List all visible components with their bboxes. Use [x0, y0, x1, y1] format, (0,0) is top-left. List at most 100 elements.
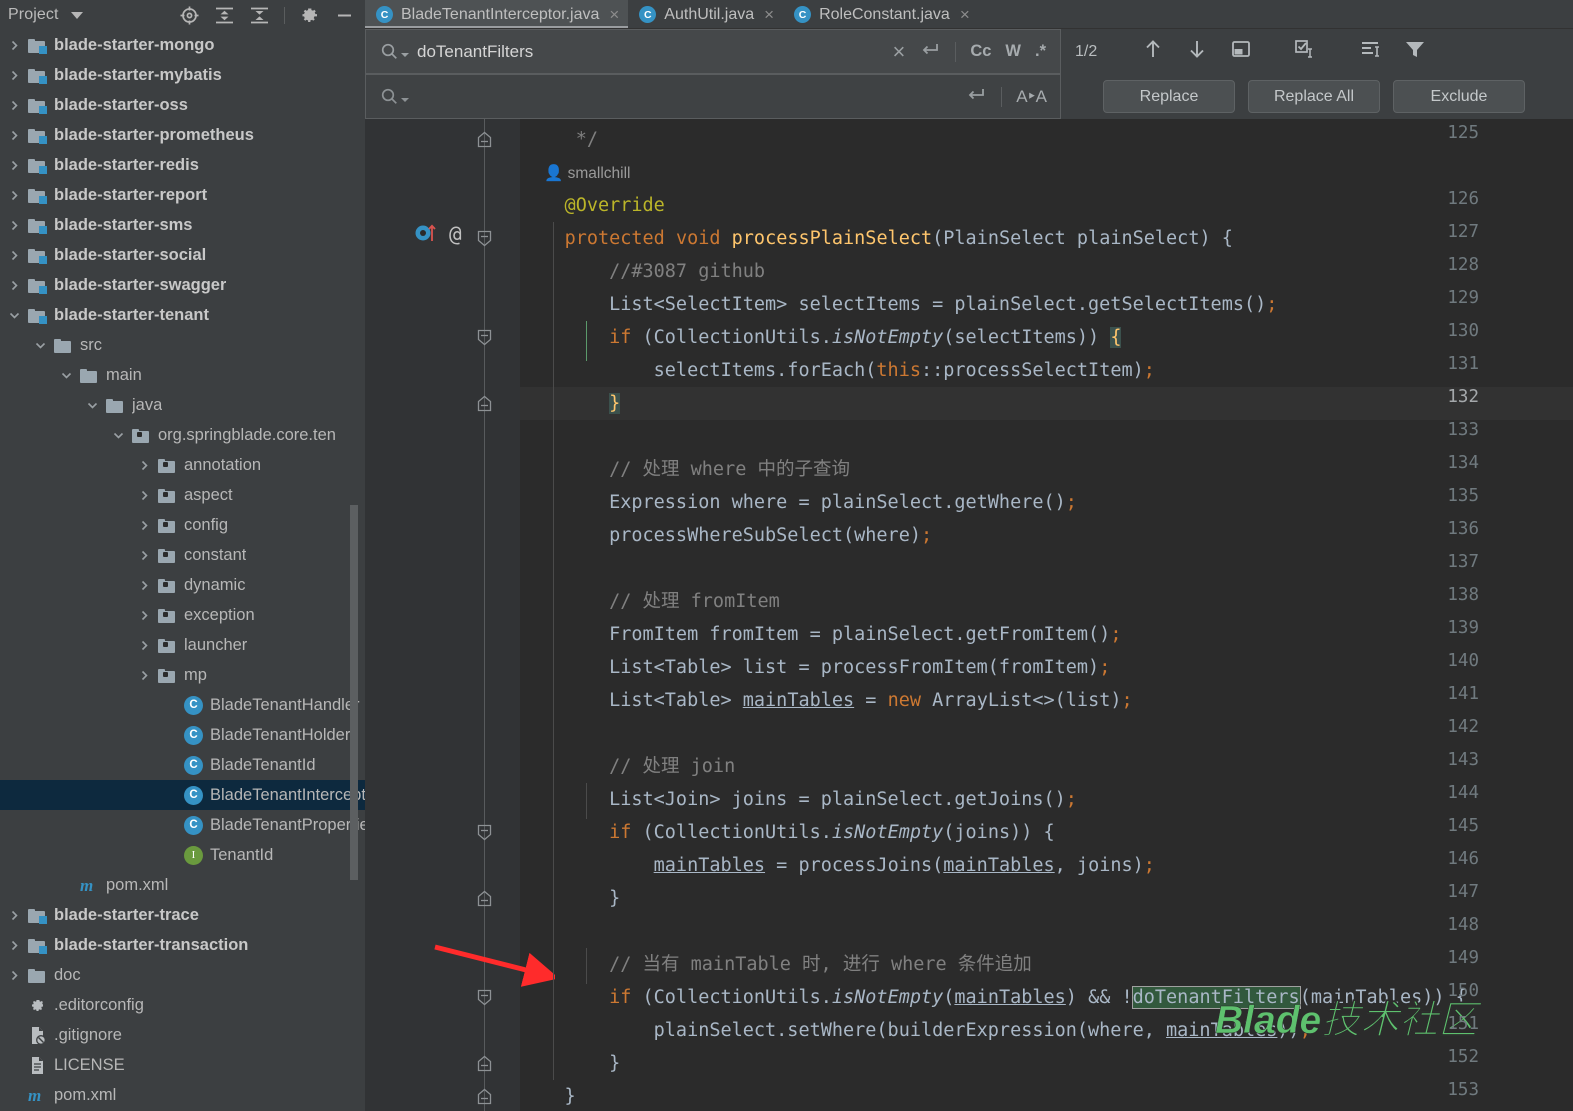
code-line-136[interactable]: processWhereSubSelect(where); — [520, 519, 1573, 552]
expand-all-icon[interactable] — [214, 5, 235, 26]
tree-item-src[interactable]: src — [0, 330, 365, 360]
chevron-down-icon[interactable] — [110, 427, 126, 443]
code-fold-marker[interactable] — [477, 395, 492, 412]
tree-item-tenantid[interactable]: I TenantId — [0, 840, 365, 870]
chevron-right-icon[interactable] — [6, 187, 22, 203]
chevron-right-icon[interactable] — [6, 907, 22, 923]
code-line-145[interactable]: if (CollectionUtils.isNotEmpty(joins)) { — [520, 816, 1573, 849]
code-line-134[interactable]: // 处理 where 中的子查询 — [520, 453, 1573, 486]
collapse-all-icon[interactable] — [249, 5, 270, 26]
tree-item-blade-starter-trace[interactable]: blade-starter-trace — [0, 900, 365, 930]
tree-item--editorconfig[interactable]: .editorconfig — [0, 990, 365, 1020]
code-line-152[interactable]: } — [520, 1047, 1573, 1080]
code-fold-marker[interactable] — [477, 1055, 492, 1072]
tree-item-blade-starter-tenant[interactable]: blade-starter-tenant — [0, 300, 365, 330]
filter-icon[interactable] — [1403, 37, 1427, 66]
code-line-132[interactable]: } — [520, 387, 1573, 420]
tree-item-main[interactable]: main — [0, 360, 365, 390]
chevron-right-icon[interactable] — [6, 967, 22, 983]
code-line-153[interactable]: } — [520, 1080, 1573, 1111]
arrow-down-icon[interactable] — [1185, 37, 1209, 66]
tree-item-org-springblade-core-ten[interactable]: org.springblade.core.ten — [0, 420, 365, 450]
locate-file-icon[interactable] — [179, 5, 200, 26]
chevron-right-icon[interactable] — [136, 547, 152, 563]
words-toggle[interactable]: W — [1005, 42, 1021, 61]
tree-item-aspect[interactable]: aspect — [0, 480, 365, 510]
chevron-right-icon[interactable] — [136, 457, 152, 473]
chevron-right-icon[interactable] — [136, 607, 152, 623]
code-line-125[interactable]: */ — [520, 123, 1573, 156]
chevron-right-icon[interactable] — [6, 157, 22, 173]
code-line-147[interactable]: } — [520, 882, 1573, 915]
chevron-down-icon[interactable] — [32, 337, 48, 353]
code-line-149[interactable]: // 当有 mainTable 时, 进行 where 条件追加 — [520, 948, 1573, 981]
tree-item-blade-starter-transaction[interactable]: blade-starter-transaction — [0, 930, 365, 960]
annotation-gutter-icon[interactable]: @ — [449, 222, 462, 246]
code-fold-marker[interactable] — [477, 890, 492, 907]
chevron-right-icon[interactable] — [136, 667, 152, 683]
code-line-142[interactable] — [520, 717, 1573, 750]
chevron-down-icon[interactable] — [84, 397, 100, 413]
method-override-gutter-icon[interactable] — [413, 221, 447, 250]
tree-item-constant[interactable]: constant — [0, 540, 365, 570]
code-line-138[interactable]: // 处理 fromItem — [520, 585, 1573, 618]
replace-all-button[interactable]: Replace All — [1248, 80, 1380, 113]
arrow-up-icon[interactable] — [1141, 37, 1165, 66]
code-fold-marker[interactable] — [477, 1088, 492, 1105]
multiline-icon[interactable] — [919, 40, 941, 64]
close-icon[interactable]: × — [764, 6, 774, 23]
chevron-right-icon[interactable] — [6, 247, 22, 263]
replace-input[interactable]: A‣A — [365, 74, 1061, 119]
code-fold-marker[interactable] — [477, 989, 492, 1006]
chevron-down-icon[interactable] — [70, 11, 83, 19]
tree-item--gitignore[interactable]: .gitignore — [0, 1020, 365, 1050]
chevron-right-icon[interactable] — [136, 577, 152, 593]
editor-tab-authutil[interactable]: C AuthUtil.java × — [628, 0, 783, 29]
editor-tab-roleconstant[interactable]: C RoleConstant.java × — [783, 0, 979, 29]
chevron-right-icon[interactable] — [6, 937, 22, 953]
search-icon[interactable] — [380, 42, 409, 61]
tree-item-bladetenantintercept[interactable]: C BladeTenantIntercept — [0, 780, 365, 810]
match-case-toggle[interactable]: Cc — [970, 42, 991, 61]
code-fold-marker[interactable] — [477, 824, 492, 841]
tree-item-blade-starter-oss[interactable]: blade-starter-oss — [0, 90, 365, 120]
code-line-140[interactable]: List<Table> list = processFromItem(fromI… — [520, 651, 1573, 684]
select-all-occurrences-icon[interactable] — [1293, 37, 1319, 66]
code-line-128[interactable]: //#3087 github — [520, 255, 1573, 288]
tree-item-doc[interactable]: doc — [0, 960, 365, 990]
tree-item-blade-starter-redis[interactable]: blade-starter-redis — [0, 150, 365, 180]
code-line-139[interactable]: FromItem fromItem = plainSelect.getFromI… — [520, 618, 1573, 651]
regex-toggle[interactable]: .* — [1035, 42, 1046, 61]
close-icon[interactable]: × — [960, 6, 970, 23]
code-line-131[interactable]: selectItems.forEach(this::processSelectI… — [520, 354, 1573, 387]
code-line-133[interactable] — [520, 420, 1573, 453]
code-fold-marker[interactable] — [477, 329, 492, 346]
project-tree[interactable]: blade-starter-mongo blade-starter-mybatis… — [0, 30, 365, 1111]
chevron-right-icon[interactable] — [6, 217, 22, 233]
code-fold-marker[interactable] — [477, 230, 492, 247]
chevron-right-icon[interactable] — [6, 37, 22, 53]
chevron-right-icon[interactable] — [136, 517, 152, 533]
tree-item-bladetenantholder[interactable]: C BladeTenantHolder — [0, 720, 365, 750]
hide-panel-icon[interactable] — [334, 5, 355, 26]
tree-item-blade-starter-social[interactable]: blade-starter-social — [0, 240, 365, 270]
close-icon[interactable]: × — [892, 40, 905, 63]
code-text[interactable]: */ 👤 smallchill @Override protected void … — [520, 119, 1573, 1111]
tree-item-blade-starter-mybatis[interactable]: blade-starter-mybatis — [0, 60, 365, 90]
tree-item-pom-xml[interactable]: m pom.xml — [0, 1080, 365, 1110]
tree-item-blade-starter-swagger[interactable]: blade-starter-swagger — [0, 270, 365, 300]
tree-item-blade-starter-report[interactable]: blade-starter-report — [0, 180, 365, 210]
chevron-right-icon[interactable] — [136, 637, 152, 653]
code-line-148[interactable] — [520, 915, 1573, 948]
chevron-right-icon[interactable] — [6, 97, 22, 113]
tree-item-blade-starter-sms[interactable]: blade-starter-sms — [0, 210, 365, 240]
editor-tab-bladetenantinterceptor[interactable]: C BladeTenantInterceptor.java × — [365, 0, 629, 29]
project-tree-scrollbar[interactable] — [350, 505, 358, 880]
tree-item-config[interactable]: config — [0, 510, 365, 540]
code-line-143[interactable]: // 处理 join — [520, 750, 1573, 783]
tree-item-bladetenantid[interactable]: C BladeTenantId — [0, 750, 365, 780]
tree-item-blade-starter-mongo[interactable]: blade-starter-mongo — [0, 30, 365, 60]
tree-item-dynamic[interactable]: dynamic — [0, 570, 365, 600]
chevron-down-icon[interactable] — [58, 367, 74, 383]
code-editor[interactable]: @ */ 👤 smallchill @Override protected voi… — [365, 119, 1573, 1111]
